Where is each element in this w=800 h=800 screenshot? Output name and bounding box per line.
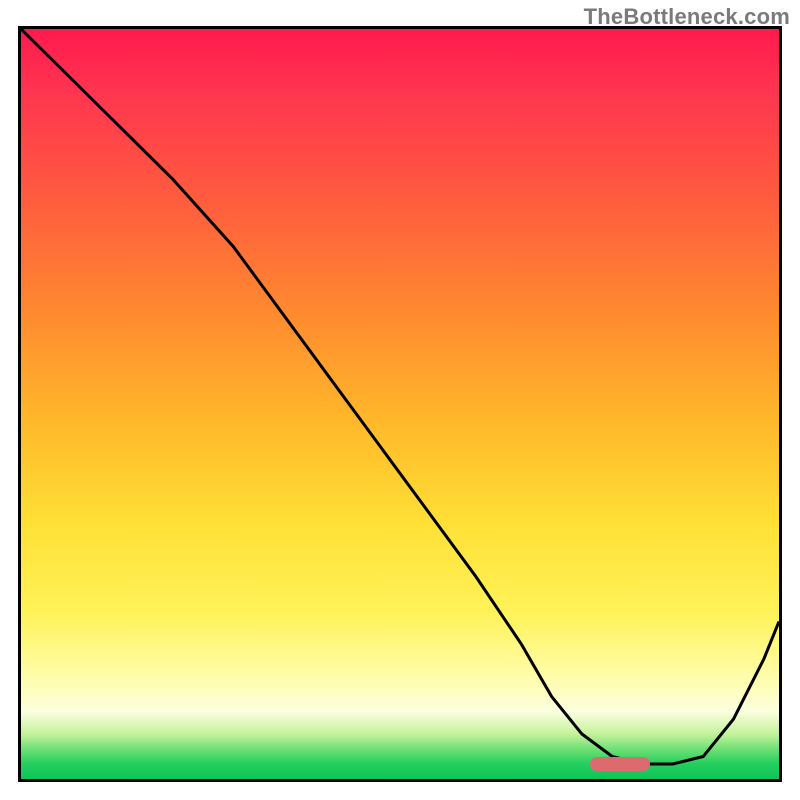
bottleneck-curve <box>21 29 779 779</box>
chart-container: TheBottleneck.com <box>0 0 800 800</box>
plot-area <box>18 26 782 782</box>
optimal-range-marker <box>590 757 651 771</box>
